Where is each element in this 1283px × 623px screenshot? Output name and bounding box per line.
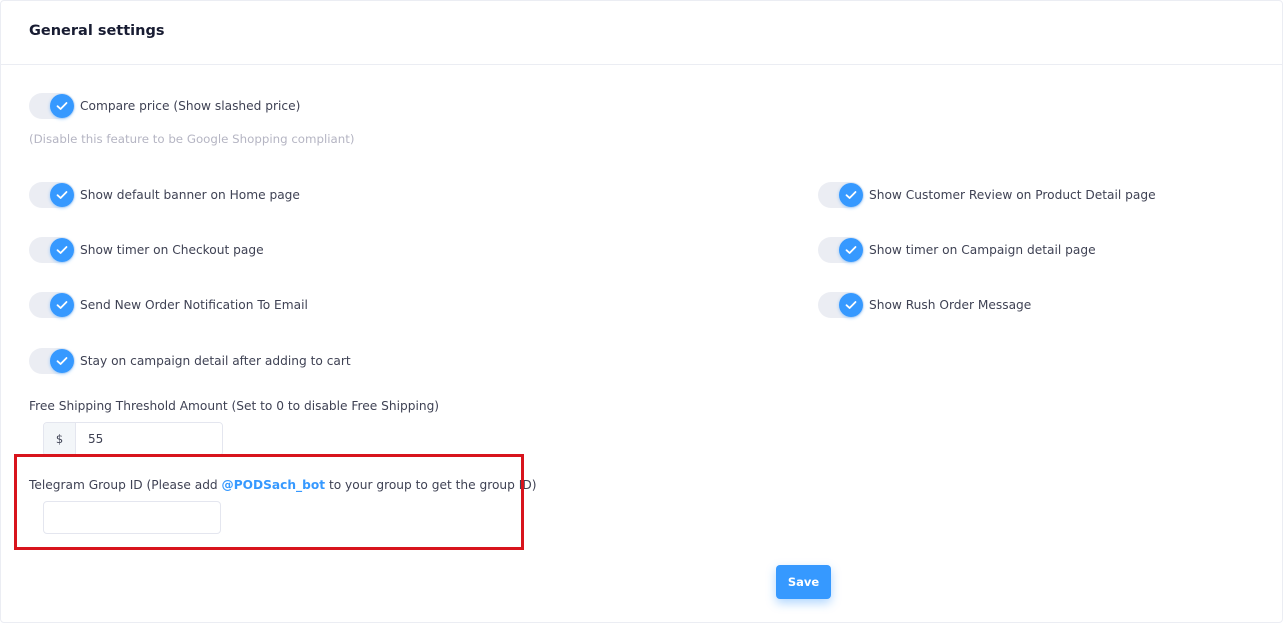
check-icon — [50, 293, 74, 317]
rush-order-toggle[interactable] — [818, 292, 864, 318]
check-icon — [50, 183, 74, 207]
compare-price-setting: Compare price (Show slashed price) — [29, 93, 300, 119]
highlight-annotation-box — [14, 454, 524, 550]
stay-on-campaign-setting: Stay on campaign detail after adding to … — [29, 348, 351, 374]
timer-checkout-label: Show timer on Checkout page — [80, 243, 264, 257]
check-icon — [839, 183, 863, 207]
timer-campaign-setting: Show timer on Campaign detail page — [818, 237, 1096, 263]
card-header: General settings — [1, 1, 1282, 65]
rush-order-label: Show Rush Order Message — [869, 298, 1032, 312]
check-icon — [839, 238, 863, 262]
timer-checkout-setting: Show timer on Checkout page — [29, 237, 264, 263]
rush-order-setting: Show Rush Order Message — [818, 292, 1031, 318]
default-banner-label: Show default banner on Home page — [80, 188, 300, 202]
compare-price-toggle[interactable] — [29, 93, 75, 119]
check-icon — [839, 293, 863, 317]
card-title: General settings — [29, 23, 165, 39]
order-notification-setting: Send New Order Notification To Email — [29, 292, 308, 318]
check-icon — [50, 94, 74, 118]
stay-on-campaign-toggle[interactable] — [29, 348, 75, 374]
customer-review-label: Show Customer Review on Product Detail p… — [869, 188, 1156, 202]
timer-campaign-label: Show timer on Campaign detail page — [869, 243, 1096, 257]
check-icon — [50, 349, 74, 373]
order-notification-label: Send New Order Notification To Email — [80, 298, 308, 312]
currency-prefix: $ — [44, 423, 76, 455]
save-button[interactable]: Save — [776, 565, 831, 599]
timer-campaign-toggle[interactable] — [818, 237, 864, 263]
free-shipping-label: Free Shipping Threshold Amount (Set to 0… — [29, 399, 440, 413]
customer-review-setting: Show Customer Review on Product Detail p… — [818, 182, 1156, 208]
order-notification-toggle[interactable] — [29, 292, 75, 318]
timer-checkout-toggle[interactable] — [29, 237, 75, 263]
free-shipping-input[interactable] — [76, 423, 222, 455]
stay-on-campaign-label: Stay on campaign detail after adding to … — [80, 354, 351, 368]
check-icon — [50, 238, 74, 262]
compare-price-hint: (Disable this feature to be Google Shopp… — [29, 132, 355, 146]
customer-review-toggle[interactable] — [818, 182, 864, 208]
default-banner-setting: Show default banner on Home page — [29, 182, 300, 208]
default-banner-toggle[interactable] — [29, 182, 75, 208]
free-shipping-input-group: $ — [43, 422, 223, 456]
compare-price-label: Compare price (Show slashed price) — [80, 99, 301, 113]
general-settings-card: General settings Compare price (Show sla… — [0, 0, 1283, 623]
